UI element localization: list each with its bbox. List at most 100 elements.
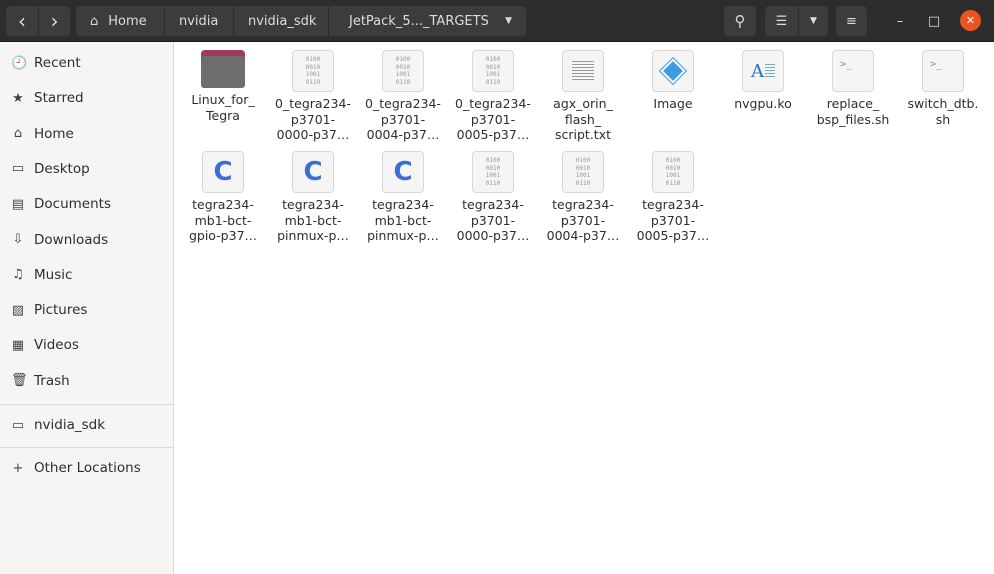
- music-icon: ♫: [12, 267, 24, 283]
- downloads-icon: ⇩: [12, 232, 24, 247]
- file-name: tegra234- mb1-bct- gpio-p37…: [188, 197, 258, 243]
- chevron-left-icon: ‹: [18, 9, 26, 33]
- list-view-icon: ☰: [775, 13, 788, 29]
- file-name: 0_tegra234- p3701- 0005-p37…: [455, 96, 531, 142]
- close-icon: ✕: [965, 14, 976, 27]
- close-button[interactable]: ✕: [960, 10, 981, 31]
- file-name: nvgpu.ko: [734, 96, 792, 111]
- minimize-icon: –: [896, 13, 904, 29]
- search-button[interactable]: ⚲: [724, 6, 756, 36]
- file-item[interactable]: Anvgpu.ko: [718, 50, 808, 112]
- file-item[interactable]: Linux_for_ Tegra: [178, 50, 268, 123]
- file-item[interactable]: 0100 0010 1001 0110 tegra234- p3701- 0005-p3…: [628, 151, 718, 244]
- forward-button[interactable]: ›: [38, 6, 70, 36]
- file-item[interactable]: >_ replace_ bsp_files.sh: [808, 50, 898, 127]
- sidebar-item-label: Desktop: [34, 160, 90, 177]
- sidebar-item-other-locations[interactable]: + Other Locations: [0, 452, 173, 484]
- sidebar-item-label: nvidia_sdk: [34, 417, 106, 433]
- sidebar-item-home[interactable]: ⌂ Home: [0, 118, 173, 150]
- file-name: tegra234- mb1-bct- pinmux-p…: [367, 197, 439, 243]
- sidebar-item-label: Recent: [34, 55, 81, 71]
- sidebar-item-label: Downloads: [34, 231, 109, 248]
- sidebar-item-starred[interactable]: ★ Starred: [0, 82, 173, 114]
- c-source-file-icon: C: [292, 151, 334, 193]
- minimize-button[interactable]: –: [886, 6, 914, 36]
- sidebar-item-music[interactable]: ♫ Music: [0, 259, 173, 291]
- maximize-icon: □: [927, 13, 941, 29]
- file-item[interactable]: Ctegra234- mb1-bct- gpio-p37…: [178, 151, 268, 244]
- breadcrumb-jetpack[interactable]: JetPack_5..._TARGETS ▼: [328, 6, 526, 36]
- file-name: Linux_for_ Tegra: [191, 92, 255, 123]
- sidebar-item-videos[interactable]: ▦ Videos: [0, 329, 173, 361]
- file-name: 0_tegra234- p3701- 0004-p37…: [365, 96, 441, 142]
- menu-button[interactable]: ≡: [836, 6, 867, 36]
- sidebar-item-downloads[interactable]: ⇩ Downloads: [0, 224, 173, 256]
- pictures-icon: ▨: [11, 302, 25, 318]
- file-name: tegra234- p3701- 0004-p37…: [546, 197, 620, 243]
- breadcrumb-nvidia-sdk[interactable]: nvidia_sdk: [233, 6, 328, 36]
- starred-icon: ★: [12, 90, 24, 106]
- view-list-button[interactable]: ☰: [765, 6, 798, 36]
- file-item[interactable]: >_ switch_dtb. sh: [898, 50, 988, 127]
- file-item[interactable]: 0100 0010 1001 0110 tegra234- p3701- 0000-p3…: [448, 151, 538, 244]
- sidebar-item-nvidia-sdk[interactable]: ▭ nvidia_sdk: [0, 409, 173, 441]
- hamburger-icon: ≡: [846, 13, 857, 29]
- binary-file-icon: 0100 0010 1001 0110: [472, 50, 514, 92]
- sidebar-item-trash[interactable]: 🗑 Trash: [0, 365, 173, 397]
- sidebar-item-recent[interactable]: 🕘 Recent: [0, 47, 173, 79]
- header-bar: ‹ › ⌂ Home nvidia nvidia_sdk JetPack_5...…: [0, 0, 994, 42]
- binary-file-icon: 0100 0010 1001 0110: [472, 151, 514, 193]
- file-item[interactable]: 0100 0010 1001 0110 0_tegra234- p3701- 0004-…: [358, 50, 448, 143]
- binary-file-icon: 0100 0010 1001 0110: [292, 50, 334, 92]
- chevron-right-icon: ›: [50, 9, 59, 33]
- file-item[interactable]: 0100 0010 1001 0110 tegra234- p3701- 0004-p3…: [538, 151, 628, 244]
- script-file-icon: >_: [922, 50, 964, 92]
- file-item[interactable]: 0100 0010 1001 0110 0_tegra234- p3701- 0000-…: [268, 50, 358, 143]
- divider: [0, 404, 173, 405]
- maximize-button[interactable]: □: [920, 6, 948, 36]
- file-item[interactable]: agx_orin_ flash_ script.txt: [538, 50, 628, 143]
- back-button[interactable]: ‹: [6, 6, 38, 36]
- binary-file-icon: 0100 0010 1001 0110: [382, 50, 424, 92]
- sidebar-item-documents[interactable]: ▤ Documents: [0, 188, 173, 220]
- sidebar-item-pictures[interactable]: ▨ Pictures: [0, 294, 173, 326]
- chevron-down-icon: ▼: [810, 16, 817, 26]
- sidebar-item-label: Starred: [34, 90, 84, 107]
- sidebar-item-label: Music: [34, 266, 73, 283]
- sidebar-item-label: Other Locations: [34, 460, 141, 476]
- dropdown-arrow-icon[interactable]: ▼: [505, 16, 512, 26]
- folder-icon: [201, 50, 245, 88]
- file-grid: Linux_for_ Tegra 0100 0010 1001 0110 0_tegra2…: [175, 42, 994, 574]
- search-icon: ⚲: [734, 12, 746, 30]
- file-item[interactable]: Image: [628, 50, 718, 112]
- file-item[interactable]: 0100 0010 1001 0110 0_tegra234- p3701- 0005-…: [448, 50, 538, 143]
- binary-file-icon: 0100 0010 1001 0110: [652, 151, 694, 193]
- videos-icon: ▦: [11, 337, 25, 353]
- script-file-icon: >_: [832, 50, 874, 92]
- c-source-file-icon: C: [202, 151, 244, 193]
- recent-icon: 🕘: [11, 55, 28, 71]
- file-item[interactable]: Ctegra234- mb1-bct- pinmux-p…: [358, 151, 448, 244]
- breadcrumb-home[interactable]: ⌂ Home: [76, 6, 164, 36]
- file-name: tegra234- p3701- 0000-p37…: [456, 197, 530, 243]
- file-name: tegra234- mb1-bct- pinmux-p…: [277, 197, 349, 243]
- documents-icon: ▤: [11, 196, 25, 212]
- sidebar-item-label: Home: [34, 125, 74, 142]
- desktop-icon: ▭: [11, 161, 25, 177]
- image-file-icon: [652, 50, 694, 92]
- nvidia-sdk-icon: ▭: [11, 417, 25, 433]
- sidebar-item-desktop[interactable]: ▭ Desktop: [0, 153, 173, 185]
- file-name: tegra234- p3701- 0005-p37…: [636, 197, 710, 243]
- file-name: 0_tegra234- p3701- 0000-p37…: [275, 96, 351, 142]
- sidebar-item-label: Trash: [34, 372, 70, 389]
- divider: [0, 447, 173, 448]
- file-item[interactable]: Ctegra234- mb1-bct- pinmux-p…: [268, 151, 358, 244]
- sidebar-item-label: Documents: [34, 196, 111, 213]
- file-name: switch_dtb. sh: [907, 96, 979, 127]
- sidebar: 🕘 Recent ★ Starred ⌂ Home ▭ Desktop ▤ Documents ⇩ D…: [0, 42, 174, 574]
- view-options-button[interactable]: ▼: [798, 6, 828, 36]
- home-icon: ⌂: [13, 126, 23, 142]
- text-file-icon: [562, 50, 604, 92]
- breadcrumb-nvidia[interactable]: nvidia: [164, 6, 233, 36]
- document-file-icon: A: [742, 50, 784, 92]
